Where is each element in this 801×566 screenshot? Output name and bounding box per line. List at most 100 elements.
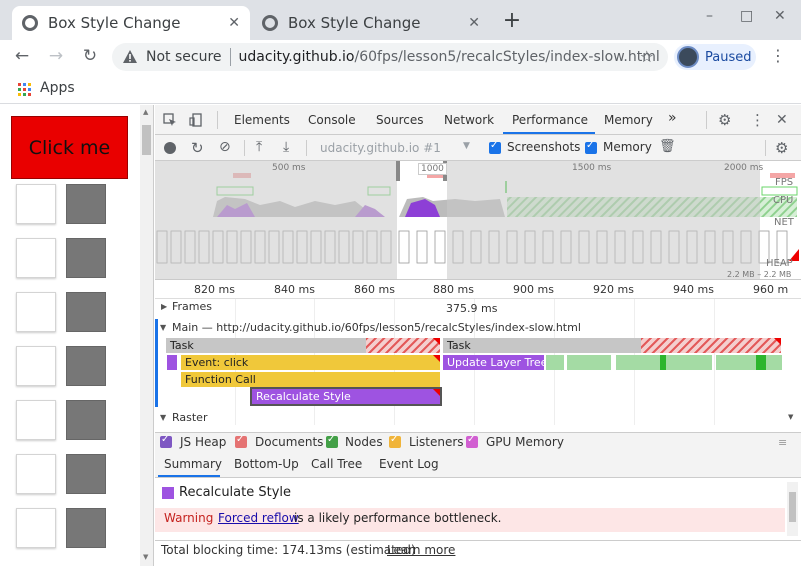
clear-icon[interactable]: ⊘ (219, 139, 231, 155)
tab-active[interactable]: Box Style Change ✕ (12, 6, 250, 40)
globe-icon (22, 15, 38, 31)
frames-label[interactable]: Frames (172, 300, 212, 313)
new-tab-button[interactable]: + (500, 8, 524, 33)
toolbar-divider (244, 140, 245, 156)
flame-composite-slice[interactable] (756, 355, 766, 370)
profile-button[interactable]: Paused (674, 44, 756, 70)
address-bar[interactable]: Not secure udacity.github.io/60fps/lesso… (112, 43, 668, 71)
collapse-raster-icon[interactable]: ▼ (160, 413, 166, 422)
flame-task[interactable]: Task (166, 338, 366, 353)
expand-frames-icon[interactable]: ▶ (161, 302, 167, 311)
overview-tick: 2000 ms (724, 163, 764, 173)
flame-function-call[interactable]: Function Call (181, 372, 440, 387)
scroll-down-icon[interactable]: ▼ (143, 553, 148, 561)
learn-more-link[interactable]: Learn more (387, 543, 455, 557)
listeners-checkbox[interactable] (389, 434, 401, 448)
flame-composite-slice[interactable] (660, 355, 666, 370)
nodes-checkbox[interactable] (326, 434, 338, 448)
flame-purple-slice[interactable] (167, 355, 177, 370)
overview-unselected-right (447, 161, 760, 280)
apps-grid-icon[interactable] (18, 83, 32, 97)
flame-paint-slice[interactable] (546, 355, 564, 370)
flame-event-click[interactable]: Event: click (181, 355, 440, 370)
tab-bottom-up[interactable]: Bottom-Up (234, 457, 299, 471)
page-scrollbar[interactable] (140, 105, 153, 566)
url-path: /60fps/lesson5/recalcStyles/index-slow.h… (354, 49, 660, 65)
ruler-tick: 960 m (753, 283, 789, 296)
inspect-icon[interactable] (163, 113, 177, 131)
selection-handle-left[interactable] (396, 161, 400, 181)
click-me-button[interactable]: Click me (11, 116, 128, 179)
flame-paint-slice[interactable] (716, 355, 782, 370)
summary-scrollbar[interactable] (787, 482, 798, 536)
flame-paint-slice[interactable] (567, 355, 611, 370)
flame-task[interactable]: Task (443, 338, 641, 353)
tab-close-icon[interactable]: ✕ (228, 15, 240, 31)
flame-task-long-overlay (366, 338, 440, 353)
forward-button[interactable]: → (44, 44, 68, 68)
capture-settings-icon[interactable]: ⚙ (775, 139, 788, 157)
tab-memory[interactable]: Memory (604, 113, 653, 127)
back-button[interactable]: ← (10, 44, 34, 68)
download-icon[interactable]: ⤓ (283, 139, 289, 155)
tab-close-icon[interactable]: ✕ (468, 15, 480, 31)
performance-toolbar (155, 135, 801, 161)
gpu-memory-checkbox[interactable] (466, 434, 478, 448)
devtools-menu-icon[interactable]: ⋮ (750, 111, 765, 129)
drag-handle-icon[interactable]: ≡ (778, 436, 787, 449)
collapse-main-icon[interactable]: ▼ (160, 323, 166, 332)
summary-scroll-thumb[interactable] (789, 492, 796, 522)
close-devtools-icon[interactable]: ✕ (776, 112, 788, 128)
memory-checkbox[interactable] (585, 140, 597, 154)
minimize-button[interactable]: – (706, 8, 713, 24)
trash-icon[interactable]: 🗑 (659, 139, 676, 154)
scroll-up-icon[interactable]: ▲ (143, 108, 148, 116)
ruler-tick: 940 ms (673, 283, 714, 296)
flame-recalculate-style[interactable]: Recalculate Style (250, 387, 442, 406)
white-box (16, 184, 56, 224)
tab-call-tree[interactable]: Call Tree (311, 457, 362, 471)
timeline-scroll-down-icon[interactable]: ▼ (788, 413, 793, 421)
omnibox-separator (229, 48, 231, 66)
tab-event-log[interactable]: Event Log (379, 457, 439, 471)
tab-summary[interactable]: Summary (164, 457, 222, 471)
overview-tick: 1500 ms (572, 163, 612, 173)
more-tabs-icon[interactable]: » (668, 110, 677, 126)
toolbar-divider (306, 140, 307, 156)
maximize-button[interactable]: □ (740, 8, 753, 24)
gray-box (66, 238, 106, 278)
scrollbar-thumb[interactable] (142, 125, 151, 155)
ruler-tick: 900 ms (513, 283, 554, 296)
main-thread-label[interactable]: Main — http://udacity.github.io/60fps/le… (172, 321, 581, 334)
browser-menu-icon[interactable]: ⋮ (770, 46, 786, 65)
tab-sources[interactable]: Sources (376, 113, 423, 127)
documents-checkbox[interactable] (235, 434, 247, 448)
tab-console[interactable]: Console (308, 113, 356, 127)
close-window-button[interactable]: ✕ (774, 8, 786, 24)
js-heap-checkbox[interactable] (160, 434, 172, 448)
toolbar-divider (765, 140, 766, 156)
raster-label[interactable]: Raster (172, 411, 207, 424)
frames-duration: 375.9 ms (446, 302, 498, 315)
recording-select[interactable]: udacity.github.io #1 (320, 141, 441, 155)
settings-gear-icon[interactable]: ⚙ (718, 111, 731, 129)
ruler-tick: 820 ms (194, 283, 235, 296)
upload-icon[interactable]: ⤒ (256, 139, 262, 155)
tab-network[interactable]: Network (444, 113, 494, 127)
forced-reflow-link[interactable]: Forced reflow (218, 511, 299, 525)
screenshots-label: Screenshots (507, 140, 581, 154)
reload-record-icon[interactable]: ↻ (191, 139, 204, 157)
tab-performance[interactable]: Performance (512, 113, 588, 127)
screenshots-checkbox[interactable] (489, 140, 501, 154)
tab-elements[interactable]: Elements (234, 113, 290, 127)
record-button[interactable] (164, 142, 176, 154)
reload-button[interactable]: ↻ (78, 44, 102, 68)
tab-title: Box Style Change (48, 14, 181, 32)
star-icon[interactable]: ☆ (640, 47, 654, 66)
heap-range: 2.2 MB – 2.2 MB (727, 270, 792, 279)
device-toolbar-icon[interactable] (189, 113, 203, 131)
flame-update-layer-tree[interactable]: Update Layer Tree (443, 355, 544, 370)
apps-bookmark[interactable]: Apps (40, 80, 75, 96)
tab-inactive[interactable]: Box Style Change ✕ (252, 6, 490, 40)
warning-text: is a likely performance bottleneck. (294, 511, 502, 525)
